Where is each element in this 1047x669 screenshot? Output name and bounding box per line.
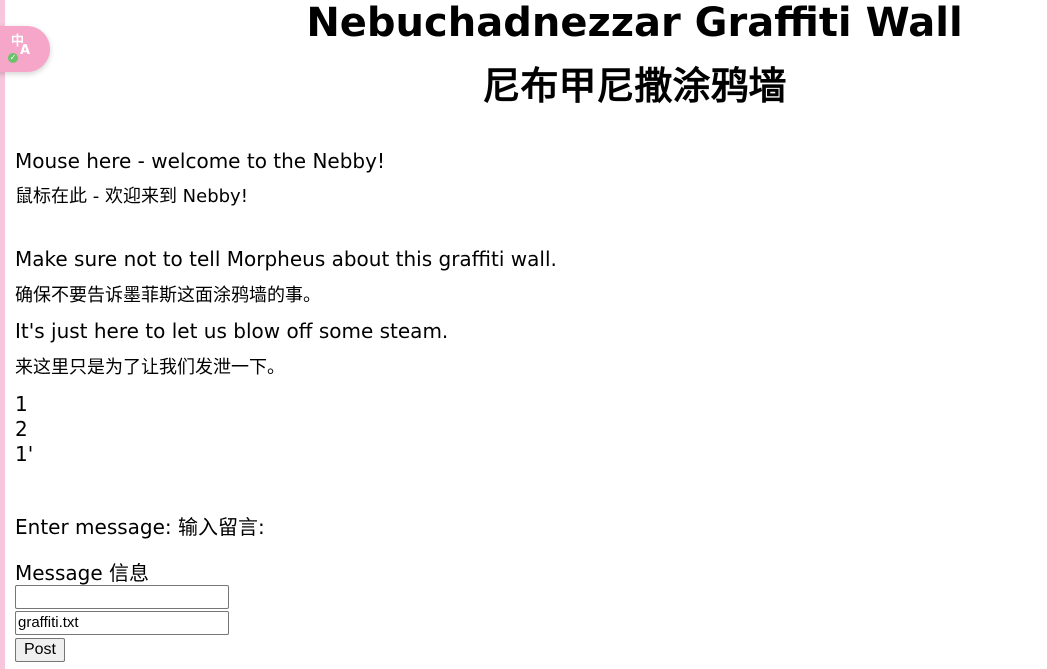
translate-a-glyph: A	[20, 43, 31, 58]
filename-input[interactable]	[15, 611, 229, 635]
page-title: Nebuchadnezzar Graffiti Wall	[306, 0, 963, 46]
message-input[interactable]	[15, 585, 229, 609]
welcome-text: Mouse here - welcome to the Nebby!	[15, 149, 385, 173]
notice-line-1-zh: 确保不要告诉墨菲斯这面涂鸦墙的事。	[15, 285, 321, 306]
post-button[interactable]: Post	[15, 638, 65, 662]
enter-message-prompt: Enter message: 输入留言:	[15, 515, 265, 539]
message-item: 1	[15, 392, 28, 416]
message-item: 1'	[15, 442, 34, 466]
left-edge-strip	[0, 0, 5, 669]
notice-line-2: It's just here to let us blow off some s…	[15, 319, 449, 343]
translate-icon[interactable]: 中 A ✓	[0, 26, 50, 72]
notice-line-1: Make sure not to tell Morpheus about thi…	[15, 247, 557, 271]
check-icon: ✓	[8, 53, 18, 63]
welcome-text-zh: 鼠标在此 - 欢迎来到 Nebby!	[15, 186, 248, 207]
page-title-zh: 尼布甲尼撒涂鸦墙	[482, 64, 787, 108]
notice-line-2-zh: 来这里只是为了让我们发泄一下。	[15, 357, 285, 378]
message-label: Message 信息	[15, 561, 150, 585]
message-item: 2	[15, 417, 28, 441]
